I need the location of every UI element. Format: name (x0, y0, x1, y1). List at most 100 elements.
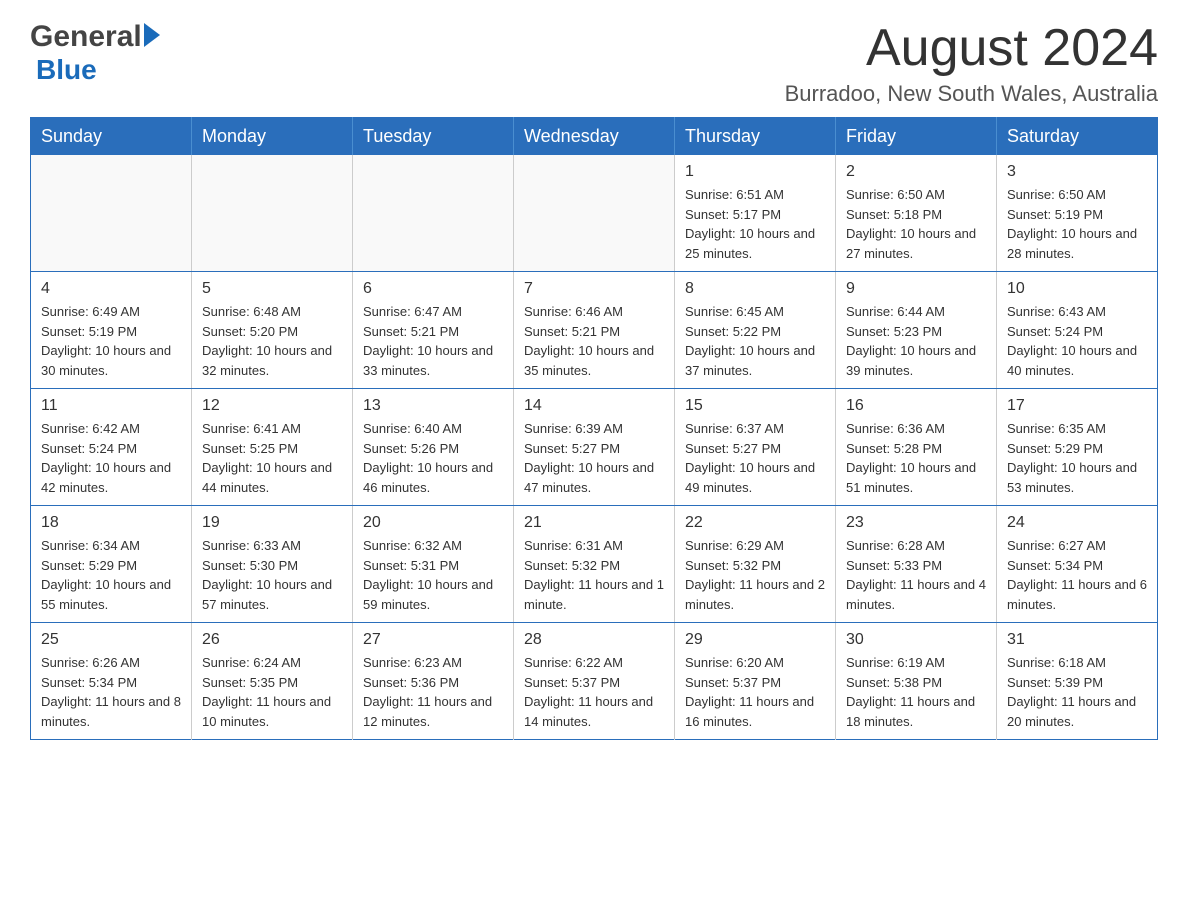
subtitle: Burradoo, New South Wales, Australia (785, 81, 1158, 107)
calendar-week-2: 4 Sunrise: 6:49 AM Sunset: 5:19 PM Daylig… (31, 272, 1158, 389)
day-info: Sunrise: 6:29 AM Sunset: 5:32 PM Dayligh… (685, 536, 825, 614)
day-number: 24 (1007, 514, 1147, 532)
day-info: Sunrise: 6:42 AM Sunset: 5:24 PM Dayligh… (41, 419, 181, 497)
calendar-day: 2 Sunrise: 6:50 AM Sunset: 5:18 PM Daylig… (836, 155, 997, 272)
day-info: Sunrise: 6:24 AM Sunset: 5:35 PM Dayligh… (202, 653, 342, 731)
day-info: Sunrise: 6:39 AM Sunset: 5:27 PM Dayligh… (524, 419, 664, 497)
day-info: Sunrise: 6:37 AM Sunset: 5:27 PM Dayligh… (685, 419, 825, 497)
day-number: 21 (524, 514, 664, 532)
day-number: 19 (202, 514, 342, 532)
day-number: 2 (846, 163, 986, 181)
calendar-day: 31 Sunrise: 6:18 AM Sunset: 5:39 PM Dayli… (997, 623, 1158, 740)
day-number: 18 (41, 514, 181, 532)
calendar-day: 6 Sunrise: 6:47 AM Sunset: 5:21 PM Daylig… (353, 272, 514, 389)
main-title: August 2024 (785, 20, 1158, 77)
calendar-header-tuesday: Tuesday (353, 118, 514, 156)
calendar-day: 11 Sunrise: 6:42 AM Sunset: 5:24 PM Dayli… (31, 389, 192, 506)
logo-arrow-icon (144, 23, 160, 47)
day-info: Sunrise: 6:23 AM Sunset: 5:36 PM Dayligh… (363, 653, 503, 731)
calendar-day: 15 Sunrise: 6:37 AM Sunset: 5:27 PM Dayli… (675, 389, 836, 506)
day-number: 4 (41, 280, 181, 298)
day-info: Sunrise: 6:31 AM Sunset: 5:32 PM Dayligh… (524, 536, 664, 614)
calendar-day: 20Sunrise: 6:32 AM Sunset: 5:31 PM Dayli… (353, 506, 514, 623)
day-number: 30 (846, 631, 986, 649)
day-info: Sunrise: 6:44 AM Sunset: 5:23 PM Dayligh… (846, 302, 986, 380)
day-info: Sunrise: 6:50 AM Sunset: 5:19 PM Dayligh… (1007, 185, 1147, 263)
calendar-day: 7Sunrise: 6:46 AM Sunset: 5:21 PM Daylig… (514, 272, 675, 389)
calendar-day: 10Sunrise: 6:43 AM Sunset: 5:24 PM Dayli… (997, 272, 1158, 389)
calendar-day: 28Sunrise: 6:22 AM Sunset: 5:37 PM Dayli… (514, 623, 675, 740)
calendar-table: SundayMondayTuesdayWednesdayThursdayFrid… (30, 117, 1158, 740)
calendar-day: 26 Sunrise: 6:24 AM Sunset: 5:35 PM Dayli… (192, 623, 353, 740)
day-info: Sunrise: 6:41 AM Sunset: 5:25 PM Dayligh… (202, 419, 342, 497)
page-header: General Blue August 2024 Burradoo, New S… (30, 20, 1158, 107)
calendar-header-thursday: Thursday (675, 118, 836, 156)
logo: General Blue (30, 20, 160, 86)
calendar-day: 19 Sunrise: 6:33 AM Sunset: 5:30 PM Dayli… (192, 506, 353, 623)
logo-general-text: General (30, 20, 142, 54)
calendar-day: 4 Sunrise: 6:49 AM Sunset: 5:19 PM Daylig… (31, 272, 192, 389)
day-number: 16 (846, 397, 986, 415)
calendar-day: 8Sunrise: 6:45 AM Sunset: 5:22 PM Daylig… (675, 272, 836, 389)
calendar-day: 24Sunrise: 6:27 AM Sunset: 5:34 PM Dayli… (997, 506, 1158, 623)
calendar-header-monday: Monday (192, 118, 353, 156)
calendar-header-wednesday: Wednesday (514, 118, 675, 156)
day-number: 9 (846, 280, 986, 298)
day-number: 14 (524, 397, 664, 415)
calendar-day: 9 Sunrise: 6:44 AM Sunset: 5:23 PM Daylig… (836, 272, 997, 389)
day-number: 5 (202, 280, 342, 298)
day-info: Sunrise: 6:47 AM Sunset: 5:21 PM Dayligh… (363, 302, 503, 380)
day-number: 23 (846, 514, 986, 532)
day-info: Sunrise: 6:20 AM Sunset: 5:37 PM Dayligh… (685, 653, 825, 731)
day-info: Sunrise: 6:51 AM Sunset: 5:17 PM Dayligh… (685, 185, 825, 263)
day-info: Sunrise: 6:18 AM Sunset: 5:39 PM Dayligh… (1007, 653, 1147, 731)
day-info: Sunrise: 6:50 AM Sunset: 5:18 PM Dayligh… (846, 185, 986, 263)
day-number: 11 (41, 397, 181, 415)
day-info: Sunrise: 6:32 AM Sunset: 5:31 PM Dayligh… (363, 536, 503, 614)
day-number: 17 (1007, 397, 1147, 415)
day-number: 27 (363, 631, 503, 649)
day-info: Sunrise: 6:49 AM Sunset: 5:19 PM Dayligh… (41, 302, 181, 380)
day-number: 26 (202, 631, 342, 649)
calendar-week-3: 11 Sunrise: 6:42 AM Sunset: 5:24 PM Dayli… (31, 389, 1158, 506)
calendar-week-4: 18 Sunrise: 6:34 AM Sunset: 5:29 PM Dayli… (31, 506, 1158, 623)
day-info: Sunrise: 6:46 AM Sunset: 5:21 PM Dayligh… (524, 302, 664, 380)
day-number: 10 (1007, 280, 1147, 298)
calendar-day: 27 Sunrise: 6:23 AM Sunset: 5:36 PM Dayli… (353, 623, 514, 740)
day-number: 29 (685, 631, 825, 649)
calendar-day: 25Sunrise: 6:26 AM Sunset: 5:34 PM Dayli… (31, 623, 192, 740)
calendar-header-saturday: Saturday (997, 118, 1158, 156)
day-number: 22 (685, 514, 825, 532)
calendar-header-row: SundayMondayTuesdayWednesdayThursdayFrid… (31, 118, 1158, 156)
calendar-day: 23Sunrise: 6:28 AM Sunset: 5:33 PM Dayli… (836, 506, 997, 623)
calendar-day (514, 155, 675, 272)
title-area: August 2024 Burradoo, New South Wales, A… (785, 20, 1158, 107)
calendar-day (353, 155, 514, 272)
day-number: 6 (363, 280, 503, 298)
day-info: Sunrise: 6:34 AM Sunset: 5:29 PM Dayligh… (41, 536, 181, 614)
calendar-day: 18 Sunrise: 6:34 AM Sunset: 5:29 PM Dayli… (31, 506, 192, 623)
day-number: 15 (685, 397, 825, 415)
day-info: Sunrise: 6:22 AM Sunset: 5:37 PM Dayligh… (524, 653, 664, 731)
day-info: Sunrise: 6:35 AM Sunset: 5:29 PM Dayligh… (1007, 419, 1147, 497)
day-info: Sunrise: 6:26 AM Sunset: 5:34 PM Dayligh… (41, 653, 181, 731)
calendar-day: 29 Sunrise: 6:20 AM Sunset: 5:37 PM Dayli… (675, 623, 836, 740)
calendar-day: 5Sunrise: 6:48 AM Sunset: 5:20 PM Daylig… (192, 272, 353, 389)
day-info: Sunrise: 6:19 AM Sunset: 5:38 PM Dayligh… (846, 653, 986, 731)
calendar-day (31, 155, 192, 272)
day-number: 1 (685, 163, 825, 181)
calendar-day: 22 Sunrise: 6:29 AM Sunset: 5:32 PM Dayli… (675, 506, 836, 623)
day-number: 31 (1007, 631, 1147, 649)
calendar-day: 12Sunrise: 6:41 AM Sunset: 5:25 PM Dayli… (192, 389, 353, 506)
calendar-day: 17 Sunrise: 6:35 AM Sunset: 5:29 PM Dayli… (997, 389, 1158, 506)
calendar-day: 13 Sunrise: 6:40 AM Sunset: 5:26 PM Dayli… (353, 389, 514, 506)
day-info: Sunrise: 6:40 AM Sunset: 5:26 PM Dayligh… (363, 419, 503, 497)
day-info: Sunrise: 6:45 AM Sunset: 5:22 PM Dayligh… (685, 302, 825, 380)
calendar-day (192, 155, 353, 272)
day-info: Sunrise: 6:33 AM Sunset: 5:30 PM Dayligh… (202, 536, 342, 614)
calendar-day: 14 Sunrise: 6:39 AM Sunset: 5:27 PM Dayli… (514, 389, 675, 506)
calendar-header-sunday: Sunday (31, 118, 192, 156)
calendar-week-1: 1 Sunrise: 6:51 AM Sunset: 5:17 PM Daylig… (31, 155, 1158, 272)
day-info: Sunrise: 6:36 AM Sunset: 5:28 PM Dayligh… (846, 419, 986, 497)
day-number: 13 (363, 397, 503, 415)
